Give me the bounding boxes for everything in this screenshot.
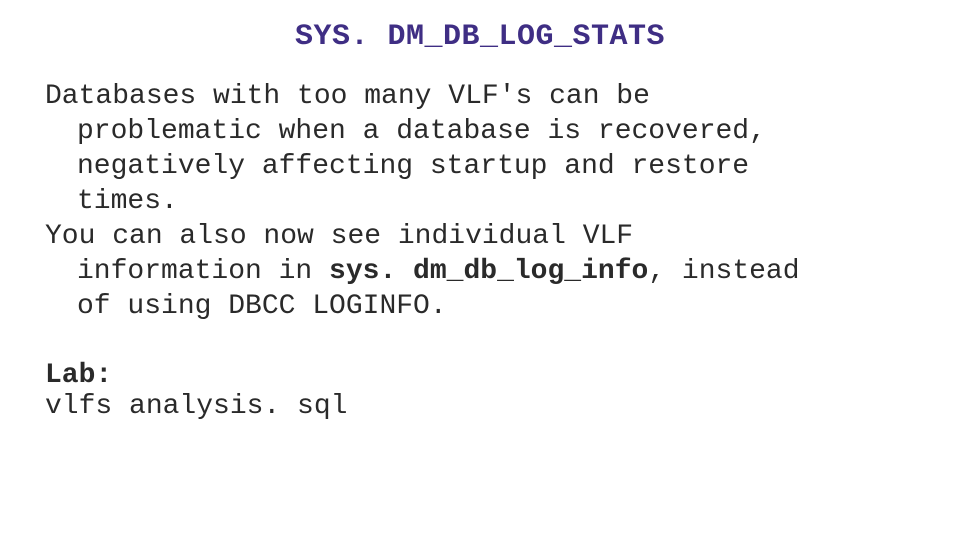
slide-title: SYS. DM_DB_LOG_STATS [45,20,915,54]
p2-bold-code: sys. dm_db_log_info [329,256,648,287]
p1-text-line2: problematic when a database is recovered… [45,114,915,149]
p1-text-line4: times. [45,184,915,219]
p1-text-line1: Databases with too many VLF's can be [45,81,650,112]
paragraph-1: Databases with too many VLF's can be pro… [45,79,915,219]
p2-text-line2c: , instead [648,256,799,287]
lab-file: vlfs analysis. sql [45,391,915,422]
paragraph-2: You can also now see individual VLF info… [45,219,915,324]
lab-label: Lab: [45,360,915,391]
p2-text-line3: of using DBCC LOGINFO. [45,289,915,324]
p2-text-line2a: information in [77,256,329,287]
p1-text-line3: negatively affecting startup and restore [45,149,915,184]
p2-text-line1: You can also now see individual VLF [45,221,633,252]
